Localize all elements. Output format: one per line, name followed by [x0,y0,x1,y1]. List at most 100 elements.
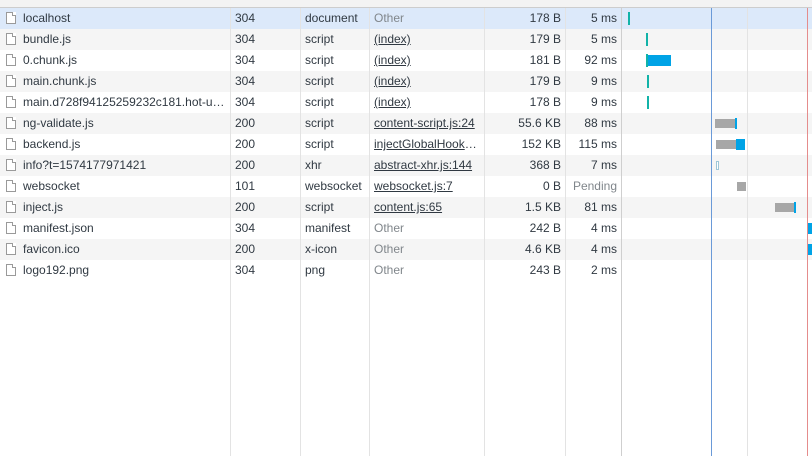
waterfall-segment [736,139,745,150]
request-initiator[interactable]: injectGlobalHook.js:22 [374,134,480,155]
waterfall-segment [808,223,812,234]
request-type: x-icon [305,242,338,256]
request-initiator[interactable]: (index) [374,50,480,71]
request-size: 1.5 KB [524,200,561,214]
request-size: 179 B [529,32,561,46]
waterfall-segment [628,12,630,25]
request-name[interactable]: backend.js [23,134,226,155]
request-status: 304 [235,74,256,88]
request-name[interactable]: favicon.ico [23,239,226,260]
request-type: xhr [305,158,322,172]
request-name[interactable]: info?t=1574177971421 [23,155,226,176]
waterfall-segment [647,96,649,109]
waterfall-segment [715,119,735,128]
request-status: 304 [235,263,256,277]
table-row[interactable]: main.d728f94125259232c181.hot-update.js … [0,92,812,113]
request-initiator[interactable]: (index) [374,29,480,50]
table-row[interactable]: main.chunk.js 304 script (index) 179 B 9… [0,71,812,92]
request-name[interactable]: websocket [23,176,226,197]
request-name[interactable]: bundle.js [23,29,226,50]
request-time: 81 ms [584,200,617,214]
file-icon [6,201,16,213]
request-size: 179 B [529,74,561,88]
request-initiator[interactable]: (index) [374,71,480,92]
request-size: 4.6 KB [524,242,561,256]
request-type: script [305,137,334,151]
request-size: 368 B [529,158,561,172]
waterfall-segment [735,118,737,129]
request-time: 2 ms [590,263,617,277]
request-status: 200 [235,242,256,256]
table-row[interactable]: inject.js 200 script content.js:65 1.5 K… [0,197,812,218]
waterfall-segment [737,182,746,191]
load-event-marker [807,8,808,456]
request-status: 304 [235,221,256,235]
request-size: 55.6 KB [518,116,561,130]
request-initiator: Other [374,242,405,256]
table-row[interactable]: ng-validate.js 200 script content-script… [0,113,812,134]
request-name[interactable]: manifest.json [23,218,226,239]
request-time: 9 ms [590,95,617,109]
request-time: 88 ms [584,116,617,130]
request-time: 5 ms [590,32,617,46]
waterfall-segment [646,33,648,46]
request-name[interactable]: ng-validate.js [23,113,226,134]
request-name[interactable]: 0.chunk.js [23,50,226,71]
request-status: 200 [235,158,256,172]
request-time: 4 ms [590,221,617,235]
request-initiator[interactable]: abstract-xhr.js:144 [374,155,480,176]
request-status: 304 [235,32,256,46]
request-name[interactable]: inject.js [23,197,226,218]
request-initiator[interactable]: websocket.js:7 [374,176,480,197]
waterfall-segment [775,203,794,212]
request-type: script [305,95,334,109]
request-name[interactable]: logo192.png [23,260,226,281]
table-row[interactable]: websocket 101 websocket websocket.js:7 0… [0,176,812,197]
file-icon [6,138,16,150]
request-time: 92 ms [584,53,617,67]
file-icon [6,159,16,171]
request-size: 0 B [542,179,561,193]
table-row[interactable]: backend.js 200 script injectGlobalHook.j… [0,134,812,155]
request-type: script [305,53,334,67]
request-status: 304 [235,95,256,109]
request-name[interactable]: localhost [23,8,226,29]
file-icon [6,222,16,234]
waterfall-segment [647,75,649,88]
request-type: script [305,116,334,130]
table-row[interactable]: info?t=1574177971421 200 xhr abstract-xh… [0,155,812,176]
request-status: 200 [235,137,256,151]
file-icon [6,33,16,45]
request-type: script [305,32,334,46]
request-initiator[interactable]: content-script.js:24 [374,113,480,134]
table-header-edge [0,0,812,8]
request-type: script [305,74,334,88]
file-icon [6,96,16,108]
request-name[interactable]: main.d728f94125259232c181.hot-update.js [23,92,226,113]
request-name[interactable]: main.chunk.js [23,71,226,92]
waterfall-segment [716,161,719,170]
dom-content-loaded-marker [711,8,712,456]
request-size: 242 B [529,221,561,235]
request-size: 178 B [529,95,561,109]
table-row[interactable]: favicon.ico 200 x-icon Other 4.6 KB 4 ms [0,239,812,260]
request-time: 9 ms [590,74,617,88]
table-row[interactable]: logo192.png 304 png Other 243 B 2 ms [0,260,812,281]
request-size: 178 B [529,11,561,25]
request-time: 115 ms [578,137,617,151]
request-type: script [305,200,334,214]
request-status: 200 [235,116,256,130]
request-initiator: Other [374,263,405,277]
file-icon [6,54,16,66]
request-time: Pending [572,179,617,193]
request-type: websocket [305,179,362,193]
table-row[interactable]: 0.chunk.js 304 script (index) 181 B 92 m… [0,50,812,71]
waterfall-segment [716,140,736,149]
table-row[interactable]: manifest.json 304 manifest Other 242 B 4… [0,218,812,239]
table-row[interactable]: localhost 304 document Other 178 B 5 ms [0,8,812,29]
request-initiator[interactable]: (index) [374,92,480,113]
table-row[interactable]: bundle.js 304 script (index) 179 B 5 ms [0,29,812,50]
request-initiator[interactable]: content.js:65 [374,197,480,218]
request-status: 200 [235,200,256,214]
waterfall-segment [808,244,812,255]
